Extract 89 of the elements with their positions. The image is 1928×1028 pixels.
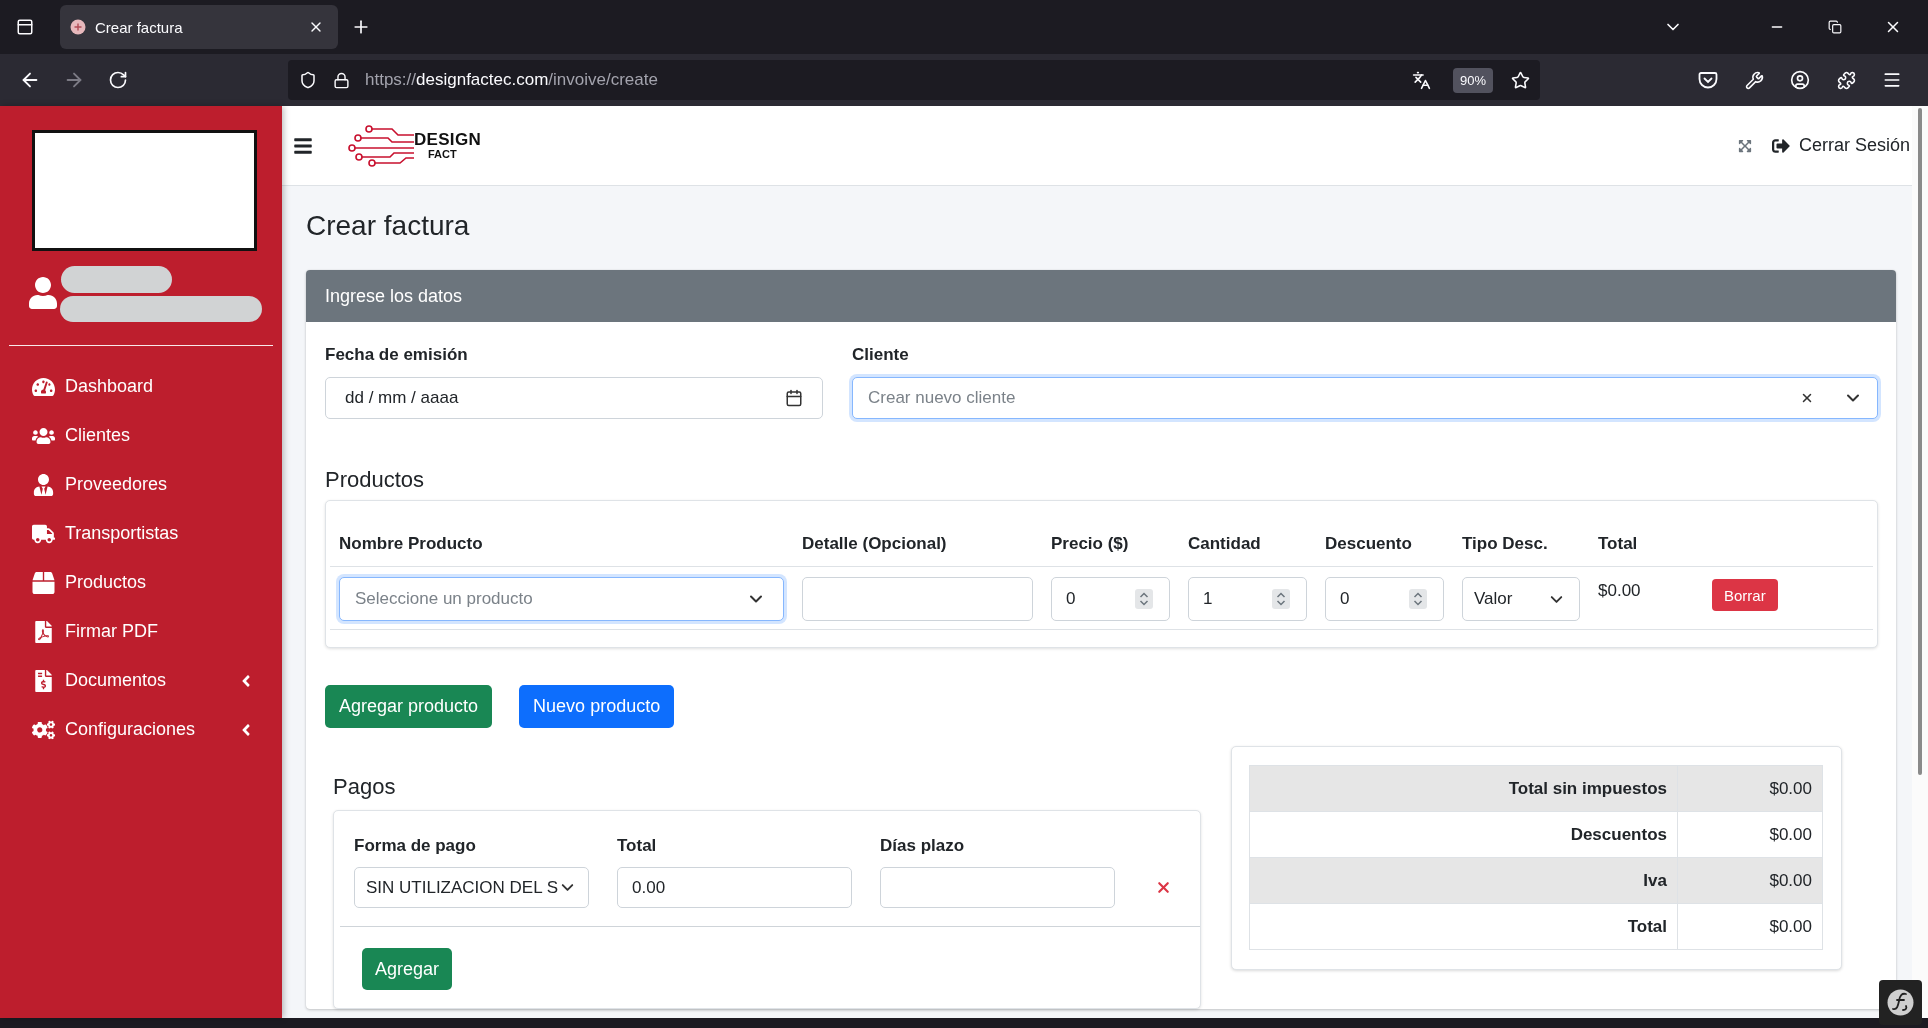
column-header: Total xyxy=(1589,522,1703,567)
section-title: Productos xyxy=(325,466,426,494)
sidebar-item[interactable]: Configuraciones xyxy=(0,705,282,754)
sidebar-item[interactable]: Clientes xyxy=(0,411,282,460)
column-header: Descuento xyxy=(1316,522,1453,567)
days-input[interactable] xyxy=(880,867,1115,908)
table-cell: $0.00 xyxy=(1598,580,1641,602)
clear-icon[interactable] xyxy=(1800,391,1814,405)
discount-type-select[interactable]: Valor xyxy=(1462,577,1580,621)
extensions-icon[interactable] xyxy=(1836,70,1856,90)
logo-tile-icon[interactable] xyxy=(1879,980,1922,1025)
remove-icon[interactable] xyxy=(1155,879,1172,896)
address-bar[interactable]: https://designfactec.com/invoive/create 90% xyxy=(288,60,1540,100)
add-payment-button[interactable]: Agregar xyxy=(362,948,453,990)
delete-button[interactable]: Borrar xyxy=(1712,579,1778,611)
user-icon xyxy=(29,277,57,309)
field-label: Total xyxy=(617,835,658,857)
box-icon xyxy=(32,571,55,594)
product-select[interactable]: Seleccione un producto xyxy=(339,577,784,621)
expand-icon[interactable] xyxy=(1737,138,1752,153)
star-icon[interactable] xyxy=(1511,70,1530,90)
detail-input[interactable] xyxy=(802,577,1033,621)
logo-text: FACT xyxy=(428,149,458,160)
scrollbar-thumb[interactable] xyxy=(1918,108,1922,775)
sidebar-item[interactable]: Documentos xyxy=(0,656,282,705)
tray-chevron-icon[interactable] xyxy=(1698,70,1718,90)
payment-total-input[interactable]: 0.00 xyxy=(617,867,852,908)
payment-method-select[interactable]: SIN UTILIZACION DEL S xyxy=(354,867,589,908)
column-header: Detalle (Opcional) xyxy=(793,522,1042,567)
field-label: Fecha de emisión xyxy=(325,344,469,366)
column-header: Precio ($) xyxy=(1042,522,1179,567)
menu-icon[interactable] xyxy=(1882,70,1902,90)
gauge-icon xyxy=(32,375,55,398)
lock-icon[interactable] xyxy=(333,71,350,89)
field-label: Cliente xyxy=(852,344,910,366)
card-header: Ingrese los datos xyxy=(306,270,1896,322)
circuit-logo-icon xyxy=(348,124,414,167)
translate-icon[interactable] xyxy=(1411,70,1431,90)
totals-label: Iva xyxy=(1249,857,1678,904)
calendar-icon[interactable] xyxy=(785,389,803,407)
scrollbar-track[interactable] xyxy=(1912,106,1928,1018)
logout-icon xyxy=(1771,136,1790,155)
section-title: Pagos xyxy=(333,773,397,801)
totals-label: Total sin impuestos xyxy=(1249,765,1678,812)
reload-icon[interactable] xyxy=(108,70,128,90)
totals-value: $0.00 xyxy=(1677,765,1823,812)
discount-input[interactable]: 0 xyxy=(1325,577,1444,621)
totals-label: Total xyxy=(1249,903,1678,950)
column-header: Tipo Desc. xyxy=(1453,522,1589,567)
field-label: Días plazo xyxy=(880,835,966,857)
favicon-icon xyxy=(70,19,86,35)
sidebar-item[interactable]: Productos xyxy=(0,558,282,607)
sidebar-item[interactable]: Dashboard xyxy=(0,362,282,411)
sidebar-item[interactable]: Proveedores xyxy=(0,460,282,509)
select-field[interactable]: Crear nuevo cliente xyxy=(852,377,1878,419)
page-title: Crear factura xyxy=(306,209,471,243)
shield-icon[interactable] xyxy=(299,71,317,89)
wrench-icon[interactable] xyxy=(1744,70,1764,90)
quantity-input[interactable]: 1 xyxy=(1188,577,1307,621)
panel-icon[interactable] xyxy=(16,18,34,36)
spinner-arrows-icon[interactable] xyxy=(1272,589,1290,609)
restore-icon[interactable] xyxy=(1828,20,1842,34)
action-button[interactable]: Nuevo producto xyxy=(519,685,675,728)
pdf-file-icon xyxy=(32,620,55,643)
zoom-level-badge[interactable]: 90% xyxy=(1452,67,1493,93)
totals-value: $0.00 xyxy=(1677,857,1823,904)
date-field[interactable]: dd / mm / aaaa xyxy=(325,377,823,419)
logout-link[interactable]: Cerrar Sesión xyxy=(1771,135,1910,156)
spinner-arrows-icon[interactable] xyxy=(1409,589,1427,609)
browser-tab[interactable]: Crear factura xyxy=(60,5,338,49)
price-input[interactable]: 0 xyxy=(1051,577,1170,621)
column-header: Nombre Producto xyxy=(330,522,793,567)
url-text[interactable]: https://designfactec.com/invoive/create xyxy=(365,70,1412,90)
spinner-arrows-icon[interactable] xyxy=(1135,589,1153,609)
truck-icon xyxy=(32,522,55,545)
account-icon[interactable] xyxy=(1790,70,1810,90)
gears-icon xyxy=(32,718,55,741)
totals-label: Descuentos xyxy=(1249,811,1678,858)
person-tie-icon xyxy=(32,473,55,496)
dollar-document-icon xyxy=(32,669,55,692)
sidebar-item[interactable]: Firmar PDF xyxy=(0,607,282,656)
action-button[interactable]: Agregar producto xyxy=(325,685,493,728)
logo-text: DESIGN xyxy=(414,131,481,148)
menu-icon[interactable] xyxy=(293,135,313,156)
totals-value: $0.00 xyxy=(1677,903,1823,950)
column-header: Cantidad xyxy=(1179,522,1316,567)
sidebar-item[interactable]: Transportistas xyxy=(0,509,282,558)
field-label: Forma de pago xyxy=(354,835,477,857)
totals-value: $0.00 xyxy=(1677,811,1823,858)
